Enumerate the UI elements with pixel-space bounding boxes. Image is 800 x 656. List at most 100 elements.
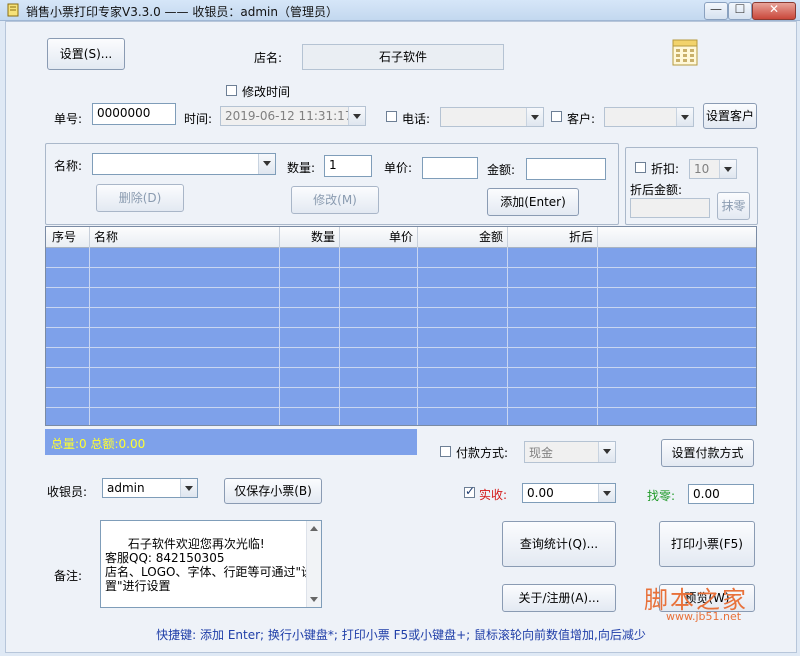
table-row xyxy=(46,387,756,388)
shortcut-hint: 快捷键: 添加 Enter; 换行小键盘*; 打印小票 F5或小键盘+; 鼠标滚… xyxy=(156,628,646,642)
notes-label: 备注: xyxy=(54,569,83,583)
items-table[interactable]: 序号 名称 数量 单价 金额 折后 xyxy=(45,226,757,426)
set-customer-button[interactable]: 设置客户 xyxy=(703,103,757,129)
table-row xyxy=(46,327,756,328)
paid-combo[interactable]: 0.00 xyxy=(522,483,616,503)
add-button[interactable]: 添加(Enter) xyxy=(487,188,579,216)
order-no-label: 单号: xyxy=(54,112,83,126)
chevron-down-icon xyxy=(676,108,693,126)
minimize-button[interactable]: — xyxy=(704,2,728,20)
paid-checkbox[interactable] xyxy=(464,484,475,498)
print-button[interactable]: 打印小票(F5) xyxy=(659,521,755,567)
phone-label: 电话: xyxy=(402,112,431,126)
stats-button[interactable]: 查询统计(Q)... xyxy=(502,521,616,567)
chevron-down-icon xyxy=(526,108,543,126)
qty-field[interactable]: 1 xyxy=(324,155,372,177)
notes-scrollbar[interactable] xyxy=(306,521,321,607)
about-button[interactable]: 关于/注册(A)... xyxy=(502,584,616,612)
grid-line xyxy=(597,247,598,425)
paid-label: 实收: xyxy=(479,488,508,502)
customer-combo xyxy=(604,107,694,127)
amount-label: 金额: xyxy=(487,163,516,177)
discount-combo: 10 xyxy=(689,159,737,179)
customer-checkbox[interactable] xyxy=(551,111,562,122)
discount-checkbox[interactable] xyxy=(635,162,646,173)
table-row xyxy=(46,267,756,268)
cashier-combo[interactable]: admin xyxy=(102,478,198,498)
calendar-icon[interactable] xyxy=(672,36,698,66)
payment-method-combo: 现金 xyxy=(524,441,616,463)
save-only-button[interactable]: 仅保存小票(B) xyxy=(224,478,322,504)
totals-bar: 总量:0 总额:0.00 xyxy=(45,429,417,455)
cashier-value: admin xyxy=(107,481,145,495)
time-label: 时间: xyxy=(184,112,213,126)
close-icon: ✕ xyxy=(768,2,780,16)
change-field[interactable]: 0.00 xyxy=(688,484,754,504)
item-name-combo[interactable] xyxy=(92,153,276,175)
table-row xyxy=(46,407,756,408)
app-window: 销售小票打印专家V3.3.0 —— 收银员：admin（管理员） — ☐ ✕ 设… xyxy=(0,0,800,656)
maximize-button[interactable]: ☐ xyxy=(728,2,752,20)
notes-text: 石子软件欢迎您再次光临! 客服QQ: 842150305 店名、LOGO、字体、… xyxy=(105,537,313,593)
maximize-icon: ☐ xyxy=(734,2,746,16)
discount-label: 折扣: xyxy=(651,162,680,176)
chevron-down-icon xyxy=(258,154,275,174)
minimize-icon: — xyxy=(710,2,722,16)
col-price[interactable]: 单价 xyxy=(340,227,418,247)
grid-line xyxy=(279,247,280,425)
round-off-button[interactable]: 抹零 xyxy=(717,192,750,220)
after-discount-field xyxy=(630,198,710,218)
col-name[interactable]: 名称 xyxy=(90,227,280,247)
totals-text: 总量:0 总额:0.00 xyxy=(51,437,146,451)
col-amount[interactable]: 金额 xyxy=(418,227,508,247)
table-row xyxy=(46,307,756,308)
modify-time-checkbox[interactable] xyxy=(226,85,237,96)
payment-method-label: 付款方式: xyxy=(456,446,509,460)
notes-textarea[interactable]: 石子软件欢迎您再次光临! 客服QQ: 842150305 店名、LOGO、字体、… xyxy=(100,520,322,608)
app-icon xyxy=(7,3,19,17)
col-index[interactable]: 序号 xyxy=(46,227,90,247)
col-discounted[interactable]: 折后 xyxy=(508,227,598,247)
order-no-field[interactable]: 0000000 xyxy=(92,103,176,125)
col-qty[interactable]: 数量 xyxy=(280,227,340,247)
shop-name-label: 店名: xyxy=(254,51,283,65)
qty-label: 数量: xyxy=(287,161,316,175)
price-field[interactable] xyxy=(422,157,478,179)
chevron-down-icon xyxy=(348,107,365,125)
main-panel: 设置(S)... 店名: 石子软件 修改时间 单号: 0000000 时间: 2… xyxy=(5,21,797,653)
chevron-down-icon xyxy=(719,160,736,178)
price-label: 单价: xyxy=(384,161,413,175)
change-label: 找零: xyxy=(647,489,676,503)
modify-time-label: 修改时间 xyxy=(242,85,291,99)
window-title: 销售小票打印专家V3.3.0 —— 收银员：admin（管理员） xyxy=(26,5,338,19)
grid-line xyxy=(339,247,340,425)
close-button[interactable]: ✕ xyxy=(752,2,796,20)
delete-button[interactable]: 删除(D) xyxy=(96,184,184,212)
set-payment-button[interactable]: 设置付款方式 xyxy=(661,439,754,467)
phone-checkbox[interactable] xyxy=(386,111,397,122)
grid-line xyxy=(507,247,508,425)
phone-combo xyxy=(440,107,544,127)
table-header: 序号 名称 数量 单价 金额 折后 xyxy=(46,227,756,248)
chevron-down-icon xyxy=(598,484,615,502)
title-bar[interactable]: 销售小票打印专家V3.3.0 —— 收银员：admin（管理员） — ☐ ✕ xyxy=(0,0,800,21)
item-name-label: 名称: xyxy=(54,159,83,173)
chevron-down-icon xyxy=(598,442,615,462)
time-value: 2019-06-12 11:31:17 xyxy=(225,109,353,123)
table-row xyxy=(46,367,756,368)
settings-button[interactable]: 设置(S)... xyxy=(47,38,125,70)
discount-value: 10 xyxy=(694,162,710,176)
shop-name-field: 石子软件 xyxy=(302,44,504,70)
amount-field[interactable] xyxy=(526,158,606,180)
table-row xyxy=(46,287,756,288)
payment-method-checkbox[interactable] xyxy=(440,446,451,457)
customer-label: 客户: xyxy=(567,112,596,126)
grid-line xyxy=(89,247,90,425)
watermark-url: www.jb51.net xyxy=(666,610,742,623)
grid-line xyxy=(417,247,418,425)
modify-button[interactable]: 修改(M) xyxy=(291,186,379,214)
chevron-down-icon xyxy=(180,479,197,497)
table-row xyxy=(46,347,756,348)
time-picker: 2019-06-12 11:31:17 xyxy=(220,106,366,126)
payment-method-value: 现金 xyxy=(529,446,554,460)
